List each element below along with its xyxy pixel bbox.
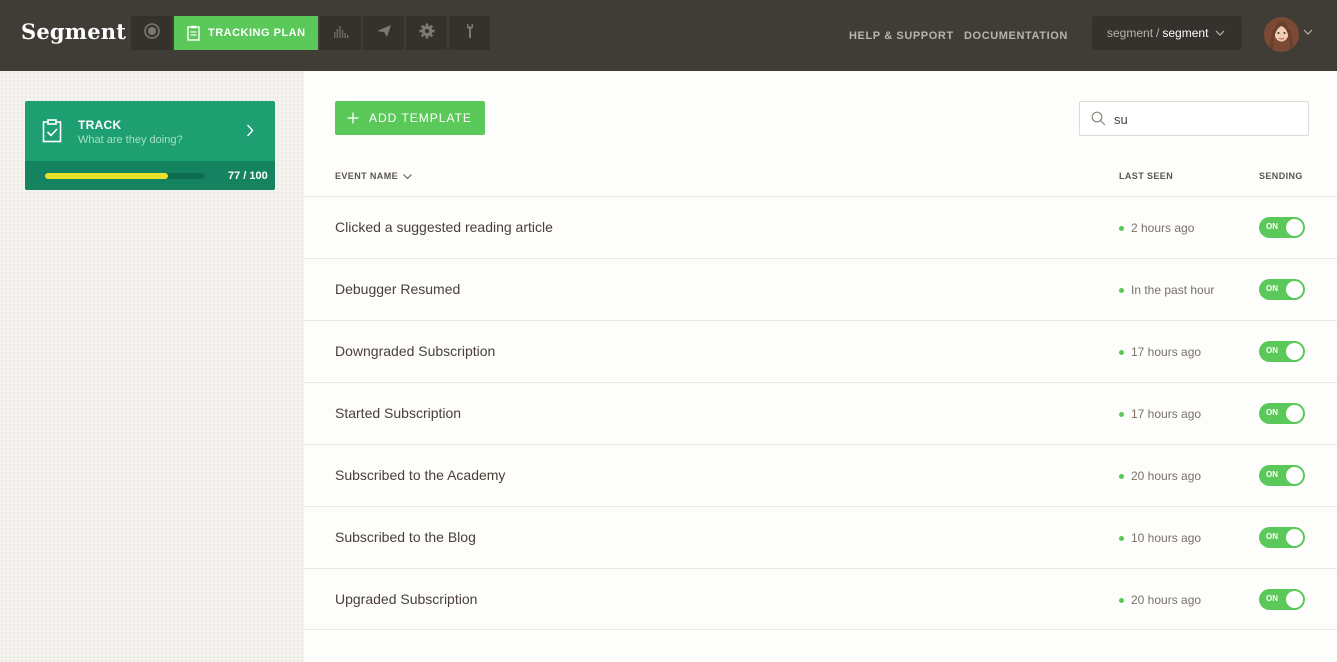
sending-toggle[interactable]: ON — [1259, 589, 1305, 610]
nav-tracking-plan[interactable]: TRACKING PLAN — [174, 16, 318, 50]
status-dot — [1119, 598, 1124, 603]
last-seen: 2 hours ago — [1131, 221, 1195, 235]
toggle-knob — [1286, 281, 1303, 298]
track-card-subtitle: What are they doing? — [78, 134, 183, 146]
chevron-right-icon — [246, 124, 254, 142]
status-dot — [1119, 288, 1124, 293]
sending-toggle[interactable]: ON — [1259, 279, 1305, 300]
send-icon — [376, 24, 392, 43]
nav-settings[interactable] — [406, 16, 447, 50]
nav-analytics[interactable] — [320, 16, 361, 50]
top-bar: Segment TRACKING PLAN HELP & SUPPORT DOC… — [0, 0, 1337, 71]
sending-toggle[interactable]: ON — [1259, 217, 1305, 238]
plus-icon — [347, 112, 359, 124]
toggle-label: ON — [1266, 284, 1278, 293]
sending-toggle[interactable]: ON — [1259, 341, 1305, 362]
sending-toggle[interactable]: ON — [1259, 527, 1305, 548]
toggle-knob — [1286, 529, 1303, 546]
column-header-event-name[interactable]: EVENT NAME — [335, 171, 412, 181]
add-template-label: ADD TEMPLATE — [369, 111, 472, 125]
sort-chevron-down-icon — [403, 173, 412, 179]
toggle-label: ON — [1266, 532, 1278, 541]
track-progress: 77 / 100 — [25, 161, 275, 190]
toggle-label: ON — [1266, 408, 1278, 417]
event-name[interactable]: Subscribed to the Blog — [335, 529, 476, 545]
event-list: Clicked a suggested reading article 2 ho… — [304, 196, 1337, 630]
progress-count: 77 / 100 — [228, 170, 268, 182]
search-box — [1079, 101, 1309, 136]
toggle-label: ON — [1266, 594, 1278, 603]
column-header-last-seen: LAST SEEN — [1119, 171, 1174, 181]
nav-send[interactable] — [363, 16, 404, 50]
track-card-header: TRACK What are they doing? — [25, 101, 275, 161]
column-header-event-name-label: EVENT NAME — [335, 171, 399, 181]
user-avatar[interactable] — [1264, 17, 1299, 52]
sidebar: TRACK What are they doing? 77 / 100 — [0, 71, 304, 662]
main-content: ADD TEMPLATE EVENT NAME LAST SEEN SENDIN… — [304, 71, 1337, 662]
table-row[interactable]: Subscribed to the Blog 10 hours ago ON — [304, 506, 1337, 568]
last-seen: In the past hour — [1131, 283, 1215, 297]
track-card[interactable]: TRACK What are they doing? 77 / 100 — [25, 101, 275, 190]
toggle-label: ON — [1266, 346, 1278, 355]
sending-toggle[interactable]: ON — [1259, 403, 1305, 424]
nav-tools[interactable] — [449, 16, 490, 50]
status-dot — [1119, 474, 1124, 479]
account-chevron-down-icon[interactable] — [1303, 29, 1313, 35]
workspace-selector[interactable]: segment / segment — [1092, 16, 1242, 50]
clipboard-icon — [187, 25, 200, 41]
help-support-link[interactable]: HELP & SUPPORT — [849, 30, 954, 42]
event-name[interactable]: Debugger Resumed — [335, 281, 460, 297]
status-dot — [1119, 350, 1124, 355]
last-seen: 17 hours ago — [1131, 407, 1202, 421]
table-row[interactable]: Subscribed to the Academy 20 hours ago O… — [304, 444, 1337, 506]
table-row[interactable]: Debugger Resumed In the past hour ON — [304, 258, 1337, 320]
sending-toggle[interactable]: ON — [1259, 465, 1305, 486]
status-dot — [1119, 226, 1124, 231]
nav-tracking-plan-label: TRACKING PLAN — [208, 27, 306, 39]
nav-record[interactable] — [131, 16, 172, 50]
workspace-separator: / — [1156, 26, 1160, 40]
workspace-org: segment — [1107, 26, 1154, 40]
workspace-project: segment — [1162, 26, 1209, 40]
table-row[interactable]: Started Subscription 17 hours ago ON — [304, 382, 1337, 444]
track-card-title: TRACK — [78, 118, 122, 132]
record-icon — [143, 22, 160, 44]
event-name[interactable]: Upgraded Subscription — [335, 591, 477, 607]
gear-icon — [419, 23, 435, 44]
toggle-label: ON — [1266, 470, 1278, 479]
event-name[interactable]: Clicked a suggested reading article — [335, 219, 553, 235]
toggle-knob — [1286, 343, 1303, 360]
search-input[interactable] — [1114, 110, 1294, 128]
last-seen: 20 hours ago — [1131, 593, 1202, 607]
table-row[interactable]: Clicked a suggested reading article 2 ho… — [304, 196, 1337, 258]
toggle-knob — [1286, 591, 1303, 608]
documentation-link[interactable]: DOCUMENTATION — [964, 30, 1068, 42]
bar-chart-icon — [333, 24, 349, 43]
toggle-knob — [1286, 405, 1303, 422]
add-template-button[interactable]: ADD TEMPLATE — [335, 101, 485, 135]
tool-icon — [464, 23, 476, 44]
event-name[interactable]: Downgraded Subscription — [335, 343, 495, 359]
event-name[interactable]: Started Subscription — [335, 405, 461, 421]
last-seen: 17 hours ago — [1131, 345, 1202, 359]
toggle-knob — [1286, 467, 1303, 484]
clipboard-check-icon — [42, 119, 62, 148]
progress-bar-fill — [45, 173, 169, 179]
toggle-knob — [1286, 219, 1303, 236]
segment-logo[interactable]: Segment — [21, 19, 126, 44]
column-header-sending: SENDING — [1259, 171, 1303, 181]
last-seen: 10 hours ago — [1131, 531, 1202, 545]
table-row[interactable]: Downgraded Subscription 17 hours ago ON — [304, 320, 1337, 382]
status-dot — [1119, 536, 1124, 541]
progress-bar — [45, 173, 205, 179]
main-nav: TRACKING PLAN — [131, 16, 492, 50]
last-seen: 20 hours ago — [1131, 469, 1202, 483]
toggle-label: ON — [1266, 222, 1278, 231]
status-dot — [1119, 412, 1124, 417]
table-row[interactable]: Upgraded Subscription 20 hours ago ON — [304, 568, 1337, 630]
chevron-down-icon — [1215, 30, 1225, 36]
event-name[interactable]: Subscribed to the Academy — [335, 467, 505, 483]
search-icon — [1091, 111, 1106, 131]
